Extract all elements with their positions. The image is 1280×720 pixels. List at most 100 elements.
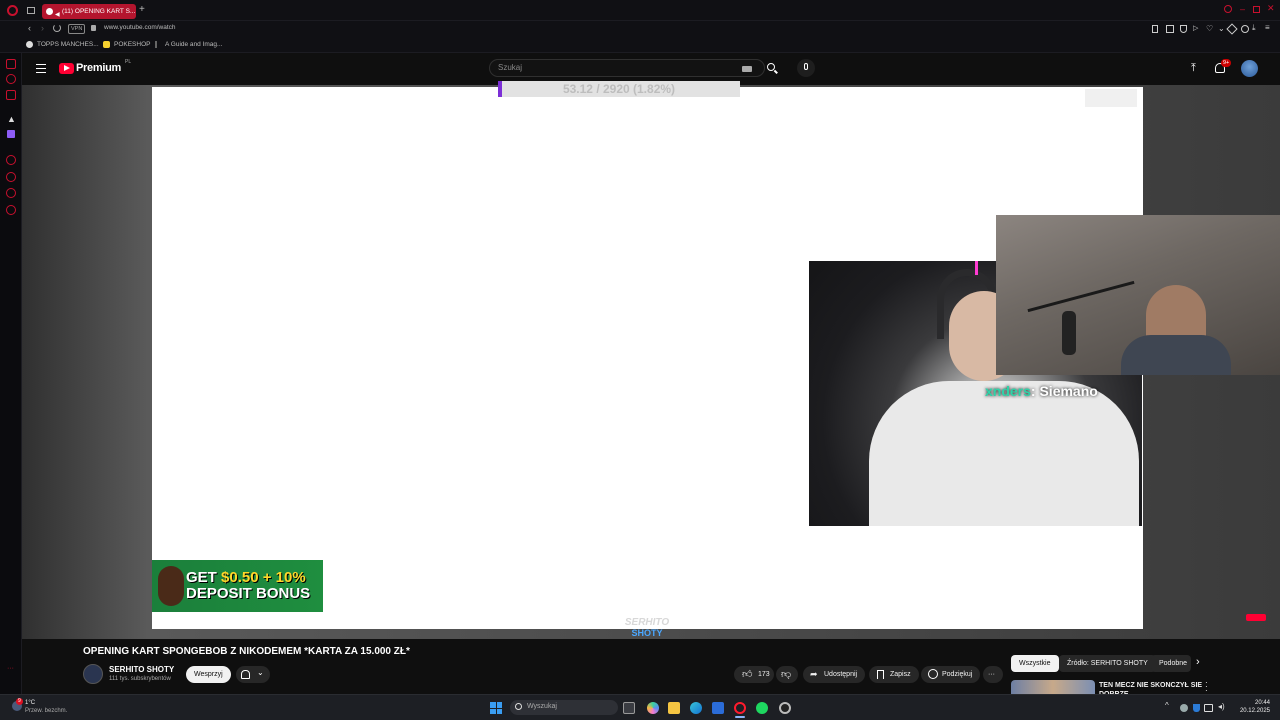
tab-active[interactable]: ◀ (11) OPENING KART S... xyxy=(42,4,136,19)
windows-start-icon[interactable] xyxy=(490,702,502,714)
notification-bell-button[interactable]: ⌄ xyxy=(236,666,270,683)
chip-all[interactable]: Wszystkie xyxy=(1011,655,1059,672)
like-button[interactable]: 👍︎ 173 xyxy=(734,666,774,683)
bookmark-label: TOPPS MANCHES... xyxy=(37,41,99,48)
download-icon[interactable]: ⤓ xyxy=(1252,23,1256,33)
sidebar-twitch-icon[interactable] xyxy=(7,130,15,138)
opera-logo-icon[interactable] xyxy=(7,5,18,16)
region-badge: PL xyxy=(125,59,132,65)
sidebar-shield-icon[interactable] xyxy=(6,74,16,84)
minimize-button[interactable]: – xyxy=(1240,4,1245,14)
thumbs-up-icon: 👍︎ xyxy=(742,669,753,680)
browser-tab-bar: ◀ (11) OPENING KART S... + – ✕ xyxy=(0,0,1280,21)
weather-widget[interactable]: 9 1°C Przew. bezchm. xyxy=(10,698,90,717)
sidebar-messenger-icon[interactable] xyxy=(6,188,16,198)
overlay-goal-text: 53.12 / 2920 (1.82%) xyxy=(562,82,676,96)
bookmarks-bar: TOPPS MANCHES... POKESHOP A Guide and Im… xyxy=(0,37,1280,53)
microphone-icon xyxy=(804,63,808,70)
ad-line-2: DEPOSIT BONUS xyxy=(186,585,311,602)
vpn-badge[interactable]: VPN xyxy=(68,24,86,34)
support-button[interactable]: Wesprzyj xyxy=(186,666,231,683)
recommendation-menu-icon[interactable]: · · · xyxy=(1205,679,1208,695)
user-avatar[interactable] xyxy=(1241,60,1258,77)
sidebar-more-icon[interactable]: ··· xyxy=(7,665,14,672)
search-icon xyxy=(515,703,522,710)
bookmark-label: POKESHOP xyxy=(114,41,151,48)
channel-avatar[interactable] xyxy=(83,664,103,684)
more-actions-button[interactable]: ··· xyxy=(983,666,1003,683)
tab-menu-icon[interactable] xyxy=(27,7,35,14)
tray-chevron-icon[interactable]: ^ xyxy=(1165,701,1169,710)
windows-taskbar xyxy=(0,694,1280,720)
thumbs-down-icon: 👎︎ xyxy=(781,669,792,680)
app-icon[interactable] xyxy=(779,702,791,714)
voice-search-button[interactable] xyxy=(797,59,815,77)
clock-date[interactable]: 20.12.2025 xyxy=(1232,708,1270,714)
search-tabs-icon[interactable] xyxy=(1224,5,1232,13)
sidebar-history-icon[interactable] xyxy=(6,172,16,182)
guide-menu-icon[interactable] xyxy=(36,64,46,73)
sidebar-menu-icon[interactable]: ≡ xyxy=(1265,23,1270,32)
lock-icon xyxy=(91,25,96,31)
recommendation-title[interactable]: TEN MECZ NIE SKONCZYŁ SIE DOBRZE xyxy=(1099,681,1204,694)
chip-source[interactable]: Źródło: SERHITO SHOTY xyxy=(1059,655,1156,672)
close-window-button[interactable]: ✕ xyxy=(1267,3,1275,14)
easy-setup-icon[interactable] xyxy=(1241,25,1249,33)
sidebar-home-icon[interactable] xyxy=(6,59,16,69)
reload-icon[interactable] xyxy=(53,24,61,32)
upload-icon[interactable]: ⤒ xyxy=(1191,62,1196,75)
back-icon[interactable]: ‹ xyxy=(28,23,31,33)
subscriber-count: 111 tys. subskrybentów xyxy=(109,676,171,682)
tray-shield-icon[interactable] xyxy=(1193,704,1200,712)
sidebar-settings-icon[interactable] xyxy=(6,205,16,215)
opera-taskbar-icon[interactable] xyxy=(734,702,746,714)
cube-icon[interactable] xyxy=(1226,23,1238,35)
microphone-shape xyxy=(1062,311,1076,355)
ad-mascot-icon xyxy=(158,566,184,606)
search-button[interactable] xyxy=(762,59,784,77)
play-icon[interactable]: ▷ xyxy=(1193,24,1198,32)
premium-label: Premium xyxy=(76,62,121,74)
video-title: OPENING KART SPONGEBOB Z NIKODEMEM *KART… xyxy=(83,646,410,657)
mini-youtube-badge xyxy=(1246,614,1266,621)
edge-icon[interactable] xyxy=(690,702,702,714)
save-button[interactable]: Zapisz xyxy=(869,666,919,683)
chevron-right-icon[interactable]: › xyxy=(1196,656,1200,668)
maximize-button[interactable] xyxy=(1253,6,1260,13)
taskbar-search-input[interactable]: Wyszukaj xyxy=(510,700,618,715)
heart-icon[interactable]: ♡ xyxy=(1206,24,1213,33)
chip-similar[interactable]: Podobne xyxy=(1151,655,1191,672)
watermark-line-2: SHOTY xyxy=(631,628,663,638)
search-input[interactable]: Szukaj xyxy=(489,59,765,77)
volume-icon[interactable]: ◂) xyxy=(1218,702,1225,711)
menu-icon[interactable]: ⌄ xyxy=(1218,24,1225,33)
forward-icon[interactable]: › xyxy=(41,23,44,33)
keyboard-icon[interactable] xyxy=(742,66,752,72)
clock-time[interactable]: 20:44 xyxy=(1238,700,1270,706)
sidebar-player-icon[interactable] xyxy=(6,155,16,165)
network-icon[interactable] xyxy=(1204,704,1213,712)
tray-app-icon[interactable] xyxy=(1180,704,1188,712)
sidebar-bag-icon[interactable] xyxy=(6,90,16,100)
thanks-button[interactable]: Podziękuj xyxy=(921,666,981,683)
copilot-icon[interactable] xyxy=(647,702,659,714)
url-field[interactable]: www.youtube.com/watch xyxy=(104,24,176,31)
search-placeholder: Szukaj xyxy=(498,63,523,72)
new-tab-button[interactable]: + xyxy=(139,4,145,15)
opera-sidebar: ▲ ··· xyxy=(0,53,22,694)
dislike-button[interactable]: 👎︎ xyxy=(776,666,798,683)
file-explorer-icon[interactable] xyxy=(668,702,680,714)
spotify-icon[interactable] xyxy=(756,702,768,714)
extension-icon[interactable] xyxy=(1152,25,1158,33)
recommendation-thumbnail[interactable] xyxy=(1011,680,1095,694)
store-icon[interactable] xyxy=(712,702,724,714)
bell-icon xyxy=(241,670,250,679)
snapshot-icon[interactable] xyxy=(1166,25,1174,33)
task-view-icon[interactable] xyxy=(623,702,635,714)
sidebar-ai-icon[interactable]: ▲ xyxy=(7,114,16,124)
share-button[interactable]: ➦ Udostępnij xyxy=(803,666,866,683)
sound-icon[interactable]: ◀ xyxy=(55,8,60,19)
like-count: 173 xyxy=(758,671,770,678)
shield-icon[interactable] xyxy=(1180,25,1187,33)
channel-name[interactable]: SERHITO SHOTY xyxy=(109,665,174,674)
